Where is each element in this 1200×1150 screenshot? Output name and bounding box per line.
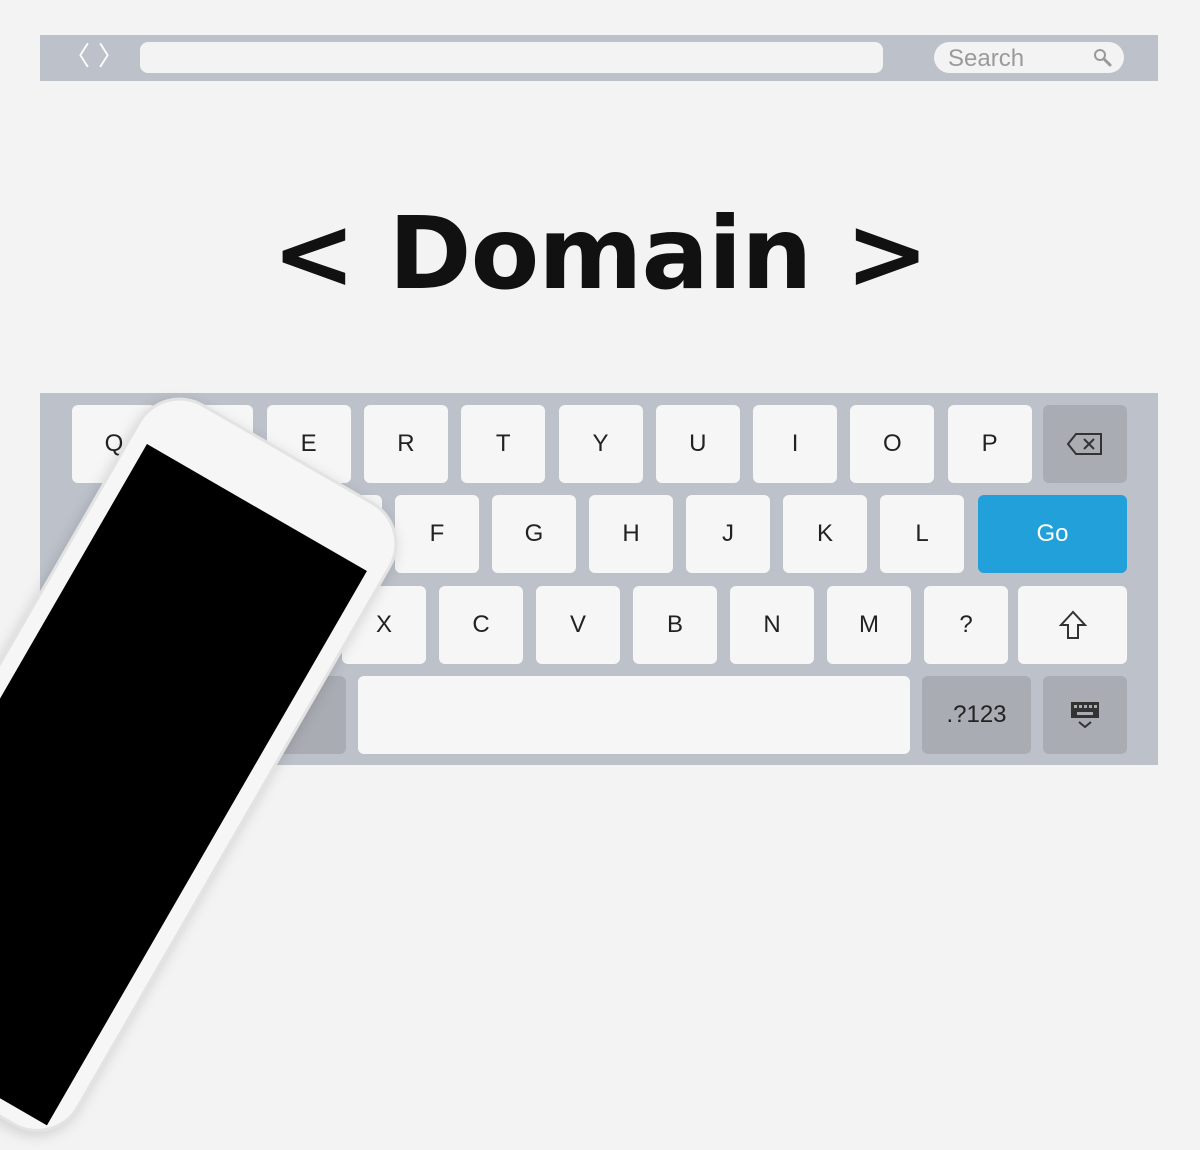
key-f[interactable]: F [395,495,479,573]
browser-toolbar: 〈 〉 Search [40,35,1158,81]
key-j[interactable]: J [686,495,770,573]
chevron-right-icon[interactable]: 〉 [98,43,124,71]
key-g[interactable]: G [492,495,576,573]
key-u[interactable]: U [655,405,740,483]
key-c[interactable]: C [439,586,523,664]
search-icon[interactable] [1092,47,1112,67]
key-k[interactable]: K [783,495,867,573]
key-m[interactable]: M [827,586,911,664]
key-question[interactable]: ? [924,586,1008,664]
key-p[interactable]: P [947,405,1032,483]
backspace-icon [1066,433,1102,455]
search-placeholder: Search [948,45,1025,72]
numbers-key[interactable]: .?123 [922,676,1031,754]
hide-keyboard-key[interactable] [1043,676,1127,754]
shift-key[interactable] [1018,586,1127,664]
key-h[interactable]: H [589,495,673,573]
space-bar[interactable] [358,676,910,754]
search-input[interactable]: Search [934,42,1124,73]
backspace-key[interactable] [1043,405,1127,483]
go-button[interactable]: Go [978,495,1127,573]
key-l[interactable]: L [880,495,964,573]
chevron-left-icon[interactable]: 〈 [64,43,90,71]
key-i[interactable]: I [753,405,838,483]
key-b[interactable]: B [633,586,717,664]
address-bar[interactable] [140,42,883,73]
key-n[interactable]: N [730,586,814,664]
shift-arrow-icon [1058,610,1087,639]
key-y[interactable]: Y [558,405,643,483]
key-o[interactable]: O [850,405,935,483]
page-title: < Domain > [271,195,929,312]
key-t[interactable]: T [461,405,546,483]
key-r[interactable]: R [363,405,448,483]
key-v[interactable]: V [536,586,620,664]
keyboard-hide-icon [1071,702,1099,729]
